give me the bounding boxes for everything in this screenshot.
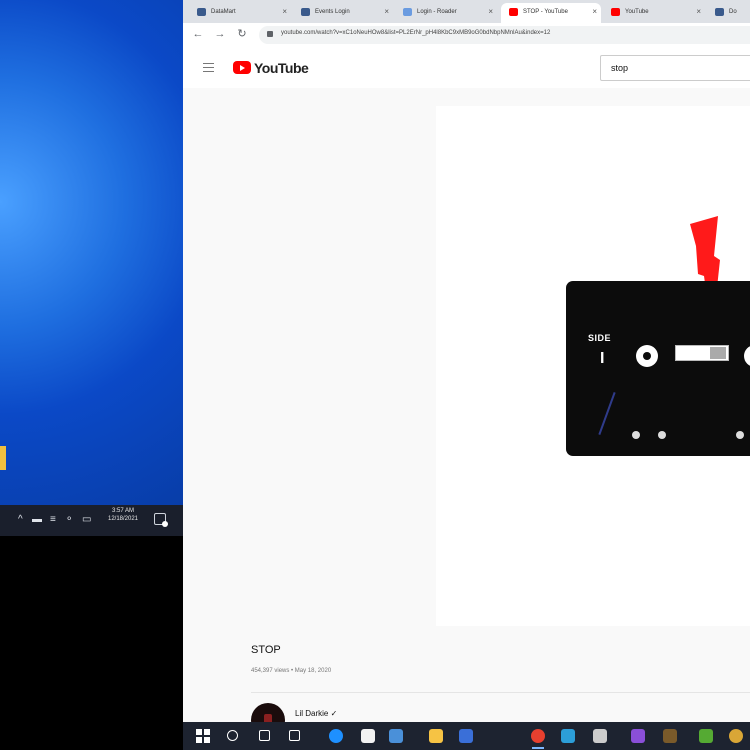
close-icon[interactable]: × — [696, 3, 701, 21]
lock-icon[interactable] — [267, 31, 273, 37]
screw-icon — [736, 431, 744, 439]
doc-icon — [301, 8, 310, 16]
chrome-icon[interactable] — [531, 729, 545, 749]
close-icon[interactable]: × — [592, 3, 597, 21]
youtube-icon — [611, 8, 620, 16]
youtube-header: YouTube stop — [183, 48, 750, 88]
clock-date: 12/18/2021 — [107, 516, 139, 522]
show-hidden-icons-icon[interactable]: ^ — [18, 514, 23, 526]
file-explorer-icon[interactable] — [429, 729, 443, 743]
reel-icon — [636, 345, 658, 367]
tab-youtube[interactable]: YouTube × — [603, 3, 705, 23]
forward-arrow-icon[interactable]: → — [213, 27, 227, 41]
clock-time: 3:57 AM — [111, 508, 134, 514]
tab-strip: DataMart × Events Login × Login - Roader… — [183, 0, 750, 23]
back-arrow-icon[interactable]: ← — [191, 27, 205, 41]
keyboard-icon[interactable]: ▭ — [82, 514, 91, 526]
close-icon[interactable]: × — [488, 3, 493, 21]
youtube-logo-icon[interactable] — [233, 61, 251, 74]
close-icon[interactable]: × — [384, 3, 389, 21]
start-button-icon[interactable] — [196, 729, 210, 743]
browser-toolbar: ← → ↻ youtube.com/watch?v=xC1oNeuHOw8&li… — [183, 23, 750, 49]
scratch-mark — [598, 392, 616, 435]
screw-icon — [632, 431, 640, 439]
video-views: 454,397 views • May 18, 2020 — [251, 668, 332, 674]
teams-icon[interactable] — [459, 729, 473, 743]
store-icon[interactable] — [361, 729, 375, 743]
edge-icon[interactable] — [329, 729, 343, 743]
video-player[interactable]: SIDE I — [436, 106, 750, 626]
terminal-icon[interactable] — [593, 729, 607, 743]
tab-label: STOP - YouTube — [523, 9, 568, 15]
tab-events-login[interactable]: Events Login × — [293, 3, 393, 23]
youtube-watch-page: SIDE I STOP 454,397 views • May 18, 2020… — [183, 88, 750, 722]
side-number: I — [600, 350, 605, 367]
tab-stop-youtube[interactable]: STOP - YouTube × — [501, 3, 601, 23]
address-bar[interactable]: youtube.com/watch?v=xC1oNeuHOw8&list=PL2… — [259, 26, 750, 44]
game-icon[interactable] — [699, 729, 713, 743]
tab-label: YouTube — [625, 9, 649, 15]
side-label: SIDE — [588, 333, 612, 343]
tab-label: DataMart — [211, 9, 236, 15]
taskbar — [183, 722, 750, 750]
photos-icon[interactable] — [729, 729, 743, 743]
reload-icon[interactable]: ↻ — [235, 27, 249, 41]
tab-do[interactable]: Do — [707, 3, 750, 23]
search-icon[interactable] — [227, 730, 238, 741]
youtube-icon — [509, 8, 518, 16]
browser-window: DataMart × Events Login × Login - Roader… — [183, 0, 750, 722]
desktop-left-pane: ^ ▬ ≡ ⚬ ▭ 3:57 AM 12/18/2021 — [0, 0, 183, 750]
avatar[interactable] — [251, 703, 285, 722]
chart-icon — [403, 8, 412, 16]
url-text[interactable]: youtube.com/watch?v=xC1oNeuHOw8&list=PL2… — [281, 30, 550, 36]
doc-icon — [197, 8, 206, 16]
battery-icon[interactable]: ▬ — [32, 514, 42, 526]
cassette-tape-art: SIDE I — [566, 281, 750, 456]
desktop-shortcut-icon[interactable] — [0, 446, 6, 470]
screw-icon — [658, 431, 666, 439]
search-input[interactable]: stop — [600, 55, 750, 81]
widgets-icon[interactable] — [289, 730, 300, 741]
task-view-icon[interactable] — [259, 730, 270, 741]
network-icon[interactable]: ≡ — [50, 514, 56, 526]
channel-name[interactable]: Lil Darkie ✓ — [295, 709, 337, 718]
media-icon[interactable] — [631, 729, 645, 743]
tab-datamart[interactable]: DataMart × — [189, 3, 291, 23]
minecraft-icon[interactable] — [663, 729, 677, 743]
tab-login-roader[interactable]: Login - Roader × — [395, 3, 497, 23]
video-title: STOP — [251, 644, 281, 656]
hamburger-menu-icon[interactable] — [203, 63, 214, 72]
notification-center-icon[interactable] — [154, 513, 168, 527]
youtube-logo-text[interactable]: YouTube — [254, 60, 309, 76]
tape-window — [675, 345, 729, 361]
doc-icon — [715, 8, 724, 16]
close-icon[interactable]: × — [282, 3, 287, 21]
mail-icon[interactable] — [389, 729, 403, 743]
divider — [251, 692, 750, 693]
tab-label: Login - Roader — [417, 9, 457, 15]
desktop-wallpaper — [0, 0, 183, 505]
tab-label: Do — [729, 9, 737, 15]
reel-icon — [744, 345, 750, 367]
app-icon[interactable] — [561, 729, 575, 743]
volume-icon[interactable]: ⚬ — [65, 514, 73, 526]
tab-label: Events Login — [315, 9, 350, 15]
clock[interactable]: 3:57 AM 12/18/2021 — [103, 507, 143, 523]
